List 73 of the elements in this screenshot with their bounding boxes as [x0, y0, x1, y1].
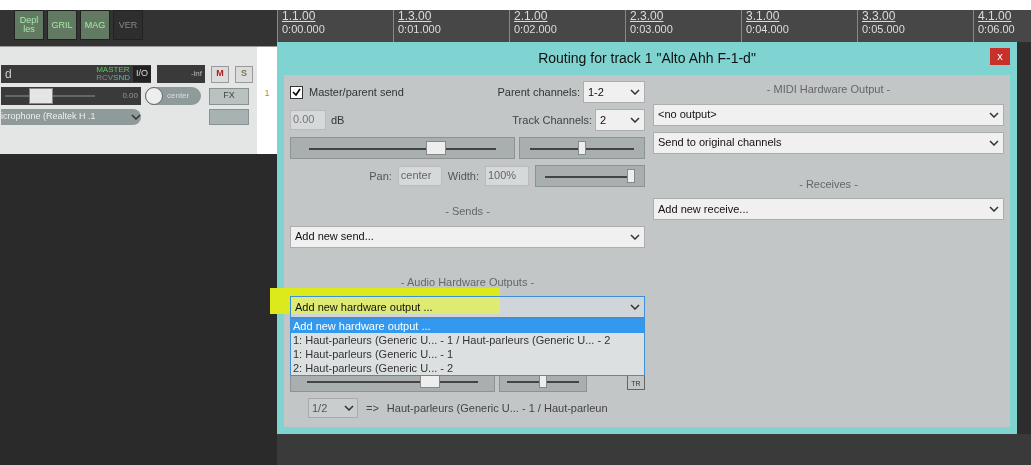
arrow-text: => — [366, 400, 379, 416]
width-label: Width: — [447, 168, 479, 184]
fader-thumb[interactable] — [29, 88, 53, 104]
route-indicator: MASTER RCVSND — [96, 66, 130, 82]
bar-number-label: 1.1.00 — [282, 10, 317, 23]
chevron-down-icon — [131, 114, 141, 120]
fx-button[interactable]: FX — [209, 87, 249, 105]
bar-number-label: 1.3.00 — [398, 10, 433, 23]
volume-value: 0.00 — [122, 90, 138, 102]
toolbar-button[interactable]: VER — [113, 10, 143, 40]
window-title: Routing for track 1 "Alto Ahh F-1-d" — [538, 49, 756, 68]
hardware-output-select[interactable]: Add new hardware output ... — [290, 296, 645, 318]
bar-number-label: 2.3.00 — [630, 10, 665, 23]
chevron-down-icon — [344, 405, 354, 411]
chevron-down-icon — [630, 89, 640, 95]
chevron-down-icon — [989, 111, 999, 118]
check-icon — [292, 87, 301, 97]
volume-field[interactable]: 0.00 — [290, 110, 326, 130]
width-field[interactable]: 100% — [485, 166, 529, 186]
toolbar-button[interactable]: MAG — [80, 10, 110, 40]
ruler-time: 0:00.000 — [282, 23, 326, 36]
track-number: 1 — [264, 87, 270, 100]
dropdown-option[interactable]: 1: Haut-parleurs (Generic U... - 1 — [291, 347, 644, 361]
ruler-time: 0:05.000 — [862, 23, 906, 36]
toolbar-button[interactable]: Depl les — [14, 10, 44, 40]
ruler-time: 0:03.000 — [630, 23, 674, 36]
track-channels-label: Track Channels: — [512, 112, 592, 128]
pan-value: center — [167, 90, 190, 102]
pan-field[interactable]: center — [397, 166, 442, 186]
channels-select[interactable]: 1/2 — [308, 398, 358, 418]
level-meter: -inf — [157, 65, 205, 83]
midi-output-select[interactable]: <no output> — [653, 103, 1004, 126]
fader-thumb[interactable] — [539, 374, 547, 388]
pan-knob-icon[interactable] — [145, 87, 163, 105]
checkbox-label: Master/parent send — [309, 84, 404, 100]
midi-channel-select[interactable]: Send to original channels — [653, 131, 1004, 154]
section-heading: - Audio Hardware Outputs - — [400, 274, 535, 290]
close-button[interactable]: x — [990, 48, 1010, 65]
ruler-time: 0:01.000 — [398, 23, 442, 36]
ruler-time: 0:02.000 — [514, 23, 558, 36]
chevron-down-icon — [989, 139, 999, 146]
io-button[interactable]: I/O — [133, 66, 151, 82]
toolbar-button[interactable]: GRIL — [47, 10, 77, 40]
fader-thumb[interactable] — [627, 169, 636, 183]
ruler-time: 0:04.000 — [746, 23, 790, 36]
send-select[interactable]: Add new send... — [290, 225, 645, 248]
ruler-time: 0:06.00 — [978, 23, 1016, 36]
chevron-down-icon — [630, 304, 640, 310]
solo-button[interactable]: S — [235, 65, 253, 83]
dropdown-option[interactable]: 1: Haut-parleurs (Generic U... - 1 / Haut-parleurs (Generic U... - 2 — [291, 333, 644, 347]
dropdown-option[interactable]: 2: Haut-parleurs (Generic U... - 2 — [291, 361, 644, 375]
chevron-down-icon — [989, 206, 999, 212]
bar-number-label: 3.1.00 — [746, 10, 781, 23]
bar-number-label: 2.1.00 — [514, 10, 549, 23]
dropdown-option[interactable]: Add new hardware output ... — [291, 319, 644, 333]
section-heading: - MIDI Hardware Output - — [766, 82, 891, 97]
fader-thumb[interactable] — [425, 141, 446, 155]
parent-channels-label: Parent channels: — [497, 84, 580, 100]
volume-unit: dB — [331, 112, 345, 128]
bar-number-label: 3.3.00 — [862, 10, 897, 23]
bar-number-label: 4.1.00 — [978, 10, 1013, 23]
checkbox[interactable] — [290, 85, 303, 99]
destination-text: Haut-parleurs (Generic U... - 1 / Haut-parleun — [386, 400, 608, 416]
mute-button[interactable]: M — [211, 65, 229, 83]
pan-label: Pan: — [369, 168, 392, 184]
parent-channels-select[interactable]: 1-2 — [583, 81, 645, 103]
section-heading: - Sends - — [445, 204, 490, 219]
chevron-down-icon — [630, 117, 640, 123]
receive-select[interactable]: Add new receive... — [653, 198, 1004, 220]
chevron-down-icon — [630, 233, 640, 240]
section-heading: - Receives - — [799, 176, 858, 192]
fader-thumb[interactable] — [578, 141, 586, 155]
track-channels-select[interactable]: 2 — [595, 109, 645, 131]
